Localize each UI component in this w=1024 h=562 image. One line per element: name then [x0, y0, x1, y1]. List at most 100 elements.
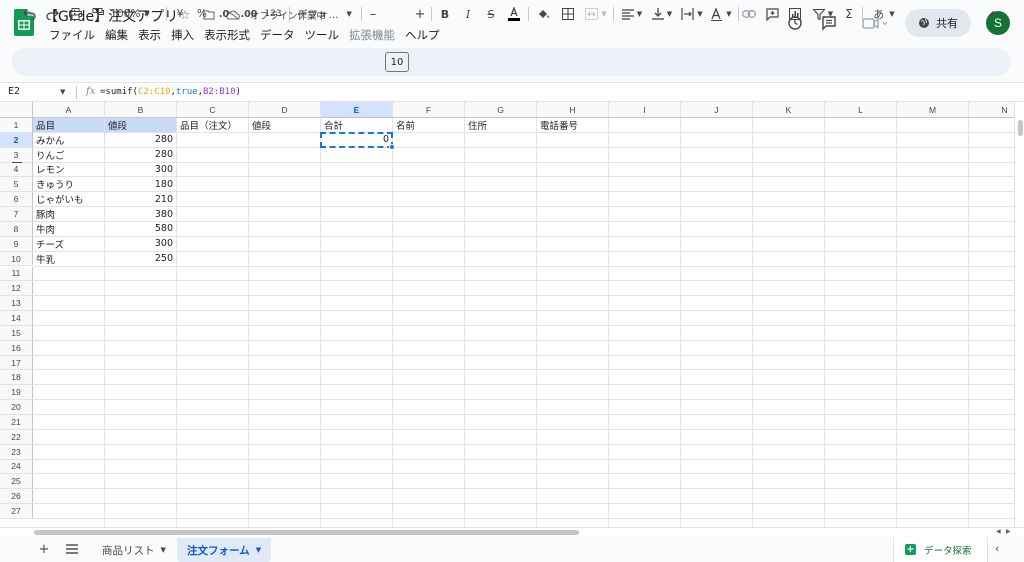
row-header-24[interactable]: 24	[0, 459, 33, 475]
font-size-input[interactable]: 10	[385, 52, 409, 72]
link-icon[interactable]	[740, 4, 758, 24]
valign-icon[interactable]: ▼	[649, 4, 675, 24]
menu-help[interactable]: ヘルプ	[400, 27, 445, 43]
cell-b7[interactable]: 380	[105, 207, 176, 221]
collapse-toolbar-icon[interactable]	[984, 4, 1002, 24]
row-header-14[interactable]: 14	[0, 311, 33, 326]
scroll-right-icon[interactable]: ▶	[1006, 528, 1011, 535]
column-header-b[interactable]: B	[105, 102, 177, 118]
active-cell-selection[interactable]	[320, 131, 393, 148]
row-header-11[interactable]: 11	[0, 266, 33, 282]
column-header-h[interactable]: H	[537, 102, 609, 118]
cell-b4[interactable]: 300	[105, 163, 176, 177]
cell-e1[interactable]: 合計	[321, 118, 392, 132]
currency-button[interactable]: ¥	[174, 4, 186, 24]
sheet-tab-order-form[interactable]: 注文フォーム ▼	[177, 538, 272, 562]
fill-handle[interactable]	[389, 143, 395, 150]
share-button[interactable]: 共有	[905, 9, 971, 37]
scroll-left-icon[interactable]: ◀	[996, 528, 1001, 535]
row-header-1[interactable]: 1	[0, 118, 33, 133]
wrap-icon[interactable]: ▼	[679, 4, 705, 24]
rotate-icon[interactable]: ▼	[708, 4, 734, 24]
cell-b5[interactable]: 180	[105, 177, 176, 191]
zoom-select[interactable]: 100% ▼	[110, 4, 149, 24]
cell-d1[interactable]: 値段	[249, 118, 320, 132]
row-header-26[interactable]: 26	[0, 489, 33, 505]
column-header-g[interactable]: G	[465, 102, 537, 118]
add-sheet-icon[interactable]: +	[35, 540, 53, 558]
row-header-23[interactable]: 23	[0, 444, 33, 460]
row-header-19[interactable]: 19	[0, 385, 33, 401]
cell-g1[interactable]: 住所	[465, 118, 536, 132]
row-header-20[interactable]: 20	[0, 400, 33, 415]
cell-a6[interactable]: じゃがいも	[33, 192, 104, 206]
row-header-7[interactable]: 7	[0, 207, 33, 222]
horizontal-scroll-thumb[interactable]	[34, 530, 579, 535]
cell-b9[interactable]: 300	[105, 237, 176, 251]
row-header-3[interactable]: 3	[0, 147, 33, 163]
font-size-increase-button[interactable]: +	[413, 4, 427, 24]
cell-a4[interactable]: レモン	[33, 163, 104, 176]
chevron-down-icon[interactable]: ▼	[60, 88, 65, 96]
menu-file[interactable]: ファイル	[44, 27, 100, 43]
row-header-6[interactable]: 6	[0, 192, 33, 208]
column-header-f[interactable]: F	[393, 102, 465, 118]
menu-extensions[interactable]: 拡張機能	[344, 27, 400, 43]
column-header-c[interactable]: C	[177, 102, 249, 118]
column-header-n[interactable]: N	[969, 102, 1014, 118]
row-header-10[interactable]: 10	[0, 251, 33, 267]
cell-b10[interactable]: 250	[105, 252, 176, 266]
font-select[interactable]: デフォ... ▼	[297, 4, 355, 24]
percent-button[interactable]: %	[196, 4, 208, 24]
menu-data[interactable]: データ	[255, 27, 300, 43]
chevron-down-icon[interactable]: ▼	[161, 546, 166, 554]
horizontal-scrollbar[interactable]: ◀ ▶	[0, 527, 1024, 536]
chart-icon[interactable]	[786, 4, 804, 24]
chevron-down-icon[interactable]: ▼	[256, 546, 261, 554]
cell-a5[interactable]: きゅうり	[33, 177, 104, 191]
cell-a3[interactable]: りんご	[33, 148, 104, 162]
paint-format-icon[interactable]	[89, 4, 107, 24]
merge-icon[interactable]: ▼	[582, 4, 610, 24]
row-header-17[interactable]: 17	[0, 355, 33, 371]
font-size-decrease-button[interactable]: –	[366, 4, 380, 24]
undo-icon[interactable]	[20, 4, 38, 24]
column-header-i[interactable]: I	[609, 102, 681, 118]
cell-a9[interactable]: チーズ	[33, 237, 104, 251]
vertical-scroll-thumb[interactable]	[1018, 120, 1023, 136]
strikethrough-icon[interactable]: S	[483, 4, 499, 24]
cell-b3[interactable]: 280	[105, 148, 176, 162]
spreadsheet-grid[interactable]: A B C D E F G H I J K L M N 1 2 3 4 5 6 7 8 9 10 11 12 13 14 15 16 17 1…	[0, 102, 1014, 527]
align-icon[interactable]: ▼	[619, 4, 645, 24]
column-header-m[interactable]: M	[897, 102, 969, 118]
cell-a10[interactable]: 牛乳	[33, 252, 104, 266]
column-header-d[interactable]: D	[249, 102, 321, 118]
insert-comment-icon[interactable]	[763, 4, 781, 24]
row-header-13[interactable]: 13	[0, 296, 33, 312]
fill-color-icon[interactable]	[535, 4, 553, 24]
row-header-8[interactable]: 8	[0, 221, 33, 237]
column-header-k[interactable]: K	[753, 102, 825, 118]
print-icon[interactable]	[66, 4, 84, 24]
cell-a2[interactable]: みかん	[33, 133, 104, 147]
cell-h1[interactable]: 電話番号	[537, 118, 608, 132]
row-header-9[interactable]: 9	[0, 236, 33, 252]
explore-button[interactable]: + データ探索	[893, 537, 988, 562]
row-header-21[interactable]: 21	[0, 415, 33, 430]
input-tools-select[interactable]: あ ▼	[869, 4, 899, 24]
row-header-2[interactable]: 2	[0, 132, 33, 148]
cell-a1[interactable]: 品目	[33, 118, 104, 132]
sum-icon[interactable]: Σ	[840, 4, 858, 24]
text-color-icon[interactable]	[505, 4, 523, 24]
row-header-12[interactable]: 12	[0, 281, 33, 297]
name-box[interactable]: E2	[8, 86, 20, 97]
menu-edit[interactable]: 編集	[100, 27, 133, 43]
borders-icon[interactable]	[559, 4, 577, 24]
menu-format[interactable]: 表示形式	[199, 27, 255, 43]
row-header-27[interactable]: 27	[0, 504, 33, 519]
collapse-side-panel-icon[interactable]: ‹	[995, 542, 999, 555]
cell-b6[interactable]: 210	[105, 192, 176, 206]
column-header-e[interactable]: E	[321, 102, 393, 118]
row-header-18[interactable]: 18	[0, 370, 33, 386]
decrease-decimal-button[interactable]: .0	[216, 4, 232, 24]
